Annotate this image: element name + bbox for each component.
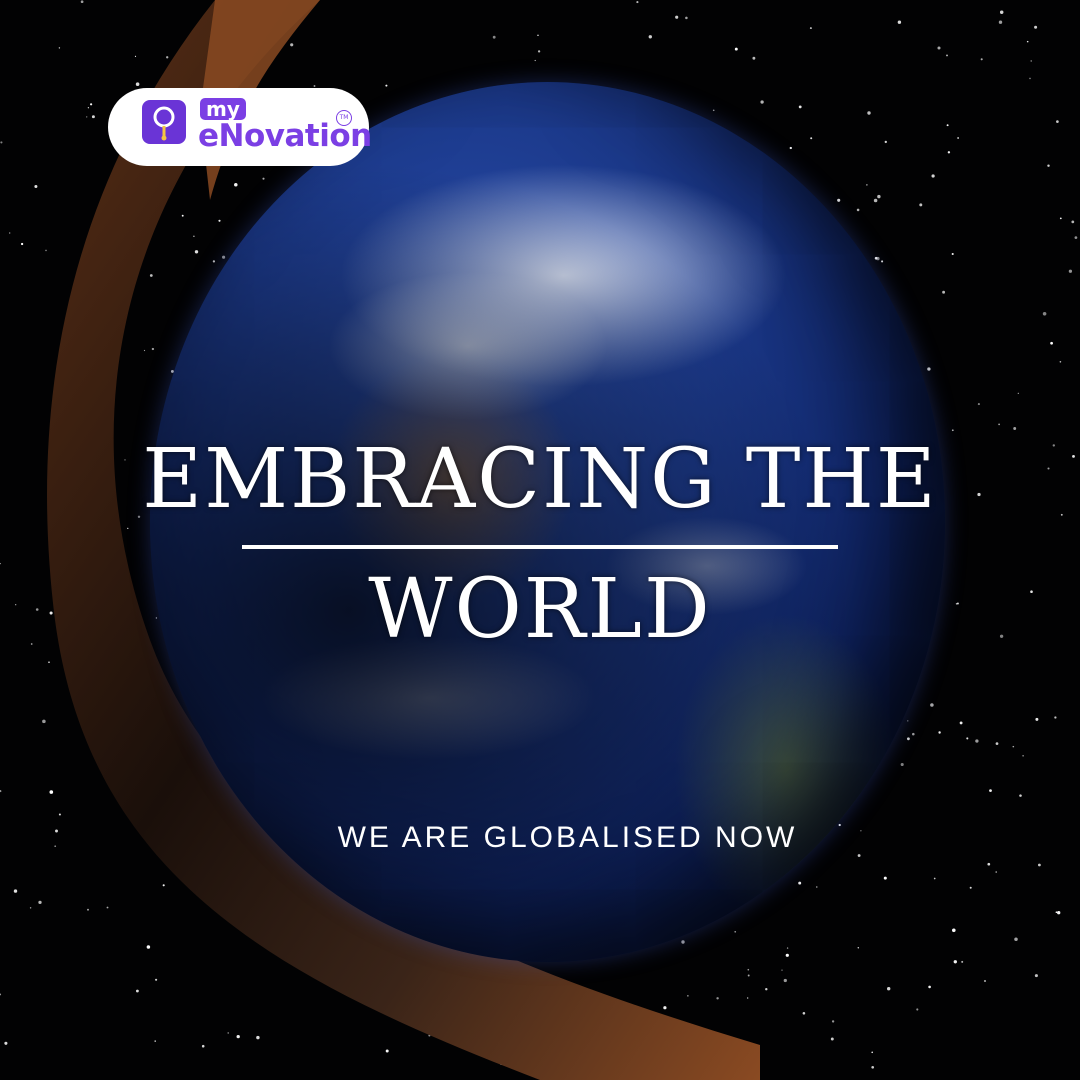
headline-divider [242,545,838,549]
brand-logo[interactable]: my eNovation TM [108,88,372,166]
headline-line-2: WORLD [368,562,712,657]
trademark-symbol: TM [336,110,352,126]
lightbulb-pen-icon [142,100,186,144]
poster: my eNovation TM EMBRACING THE WORLD WE A… [0,0,1080,1080]
tagline: WE ARE GLOBALISED NOW [337,821,798,854]
headline-line-1: EMBRACING THE [142,432,938,527]
logo-prefix: my [200,98,246,120]
